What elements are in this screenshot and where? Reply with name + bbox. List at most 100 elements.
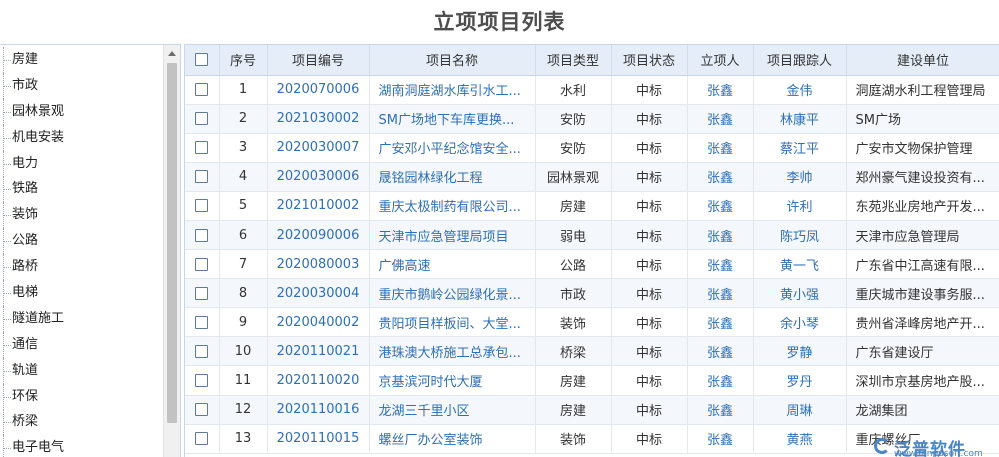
row-select-cell[interactable] [185, 249, 220, 280]
tree-item[interactable]: 机电安装 [0, 124, 163, 151]
table-row[interactable]: 11 2020110020 京基滨河时代大厦 房建 中标 张鑫 罗丹 深圳市京基房地产股... [185, 365, 999, 396]
tracker-link[interactable]: 许利 [753, 191, 847, 221]
tree-item[interactable]: 通信 [0, 331, 163, 358]
column-header-tracker[interactable]: 项目跟踪人 [753, 45, 847, 76]
project-code-link[interactable]: 2020030006 [267, 162, 370, 192]
tracker-link[interactable]: 蔡江平 [753, 133, 847, 163]
select-all-header[interactable] [185, 45, 220, 76]
project-name-link[interactable]: 广佛高速 [369, 249, 536, 280]
tree-item[interactable]: 公路 [0, 228, 163, 255]
tracker-link[interactable]: 李帅 [753, 162, 847, 192]
row-select-cell[interactable] [185, 424, 220, 454]
project-code-link[interactable]: 2020110015 [267, 424, 370, 454]
tree-item[interactable]: 隧道施工 [0, 305, 163, 332]
tree-item[interactable]: 电力 [0, 150, 163, 177]
creator-link[interactable]: 张鑫 [687, 278, 754, 309]
creator-link[interactable]: 张鑫 [687, 395, 754, 425]
row-select-cell[interactable] [185, 162, 220, 192]
tracker-link[interactable]: 黄燕 [753, 424, 847, 454]
project-name-link[interactable]: 港珠澳大桥施工总承包... [369, 336, 536, 367]
tracker-link[interactable]: 陈巧凤 [753, 220, 847, 251]
table-row[interactable]: 3 2020030007 广安邓小平纪念馆安全... 安防 中标 张鑫 蔡江平 广安市文物保护… [185, 133, 999, 163]
project-code-link[interactable]: 2020070006 [267, 75, 370, 105]
creator-link[interactable]: 张鑫 [687, 365, 754, 396]
tree-item[interactable]: 电梯 [0, 280, 163, 306]
row-select-cell[interactable] [185, 395, 220, 425]
table-row[interactable]: 7 2020080003 广佛高速 公路 中标 张鑫 黄一飞 广东省中江高速有限... [185, 249, 999, 280]
table-row[interactable]: 4 2020030006 晟铭园林绿化工程 园林景观 中标 张鑫 李帅 郑州豪气建设投资有..… [185, 162, 999, 192]
tree-item[interactable]: 桥梁 [0, 409, 163, 436]
column-header-status[interactable]: 项目状态 [611, 45, 688, 76]
column-header-type[interactable]: 项目类型 [535, 45, 612, 76]
tree-item[interactable]: 房建 [0, 47, 163, 73]
column-header-no[interactable]: 序号 [219, 45, 268, 76]
tree-item[interactable]: 轨道 [0, 357, 163, 384]
project-code-link[interactable]: 2021030002 [267, 104, 370, 134]
row-select-cell[interactable] [185, 278, 220, 309]
row-checkbox[interactable] [195, 315, 209, 329]
tracker-link[interactable]: 林康平 [753, 104, 847, 134]
project-name-link[interactable]: 重庆市鹅岭公园绿化景... [369, 278, 536, 309]
project-code-link[interactable]: 2020110020 [267, 365, 370, 396]
row-select-cell[interactable] [185, 133, 220, 163]
creator-link[interactable]: 张鑫 [687, 424, 754, 454]
row-checkbox[interactable] [195, 403, 209, 417]
project-code-link[interactable]: 2020110021 [267, 336, 370, 367]
table-row[interactable]: 1 2020070006 湖南洞庭湖水库引水工... 水利 中标 张鑫 金伟 洞庭湖水利工程管… [185, 75, 999, 105]
tracker-link[interactable]: 金伟 [753, 75, 847, 105]
project-code-link[interactable]: 2020080003 [267, 249, 370, 280]
row-checkbox[interactable] [195, 83, 209, 97]
row-checkbox[interactable] [195, 141, 209, 155]
tracker-link[interactable]: 黄小强 [753, 278, 847, 309]
creator-link[interactable]: 张鑫 [687, 249, 754, 280]
row-checkbox[interactable] [195, 257, 209, 271]
project-name-link[interactable]: 螺丝厂办公室装饰 [369, 424, 536, 454]
table-row[interactable]: 5 2021010002 重庆太极制药有限公司... 房建 中标 张鑫 许利 东苑兆业房地产开… [185, 191, 999, 221]
row-checkbox[interactable] [195, 373, 209, 387]
row-checkbox[interactable] [195, 228, 209, 242]
creator-link[interactable]: 张鑫 [687, 162, 754, 192]
tree-item[interactable]: 电子电气 [0, 435, 163, 457]
project-name-link[interactable]: 龙湖三千里小区 [369, 395, 536, 425]
row-select-cell[interactable] [185, 191, 220, 221]
creator-link[interactable]: 张鑫 [687, 220, 754, 251]
row-select-cell[interactable] [185, 75, 220, 105]
column-header-code[interactable]: 项目编号 [267, 45, 370, 76]
table-row[interactable]: 13 2020110015 螺丝厂办公室装饰 装饰 中标 张鑫 黄燕 重庆螺丝厂 [185, 424, 999, 454]
tree-item[interactable]: 路桥 [0, 254, 163, 281]
select-all-checkbox[interactable] [195, 53, 209, 67]
row-select-cell[interactable] [185, 336, 220, 367]
column-header-creator[interactable]: 立项人 [687, 45, 754, 76]
row-select-cell[interactable] [185, 104, 220, 134]
tracker-link[interactable]: 黄一飞 [753, 249, 847, 280]
project-code-link[interactable]: 2020030004 [267, 278, 370, 309]
tree-item[interactable]: 装饰 [0, 202, 163, 229]
tracker-link[interactable]: 罗静 [753, 336, 847, 367]
table-row[interactable]: 10 2020110021 港珠澳大桥施工总承包... 桥梁 中标 张鑫 罗静 广东省建设厅 [185, 336, 999, 367]
tree-scrollbar-thumb[interactable] [167, 63, 177, 423]
creator-link[interactable]: 张鑫 [687, 104, 754, 134]
table-row[interactable]: 8 2020030004 重庆市鹅岭公园绿化景... 市政 中标 张鑫 黄小强 重庆城市建设事… [185, 278, 999, 309]
creator-link[interactable]: 张鑫 [687, 307, 754, 338]
tree-item[interactable]: 环保 [0, 383, 163, 410]
creator-link[interactable]: 张鑫 [687, 75, 754, 105]
row-checkbox[interactable] [195, 286, 209, 300]
project-code-link[interactable]: 2020090006 [267, 220, 370, 251]
column-header-name[interactable]: 项目名称 [369, 45, 536, 76]
row-checkbox[interactable] [195, 344, 209, 358]
column-header-unit[interactable]: 建设单位 [846, 45, 999, 76]
row-checkbox[interactable] [195, 112, 209, 126]
tree-item[interactable]: 铁路 [0, 176, 163, 203]
row-checkbox[interactable] [195, 432, 209, 446]
project-name-link[interactable]: 天津市应急管理局项目 [369, 220, 536, 251]
tree-scrollbar[interactable] [163, 45, 180, 457]
creator-link[interactable]: 张鑫 [687, 191, 754, 221]
creator-link[interactable]: 张鑫 [687, 336, 754, 367]
row-checkbox[interactable] [195, 199, 209, 213]
project-name-link[interactable]: 京基滨河时代大厦 [369, 365, 536, 396]
project-name-link[interactable]: 湖南洞庭湖水库引水工... [369, 75, 536, 105]
row-checkbox[interactable] [195, 170, 209, 184]
tree-item[interactable]: 市政 [0, 72, 163, 99]
tracker-link[interactable]: 周琳 [753, 395, 847, 425]
project-name-link[interactable]: 晟铭园林绿化工程 [369, 162, 536, 192]
